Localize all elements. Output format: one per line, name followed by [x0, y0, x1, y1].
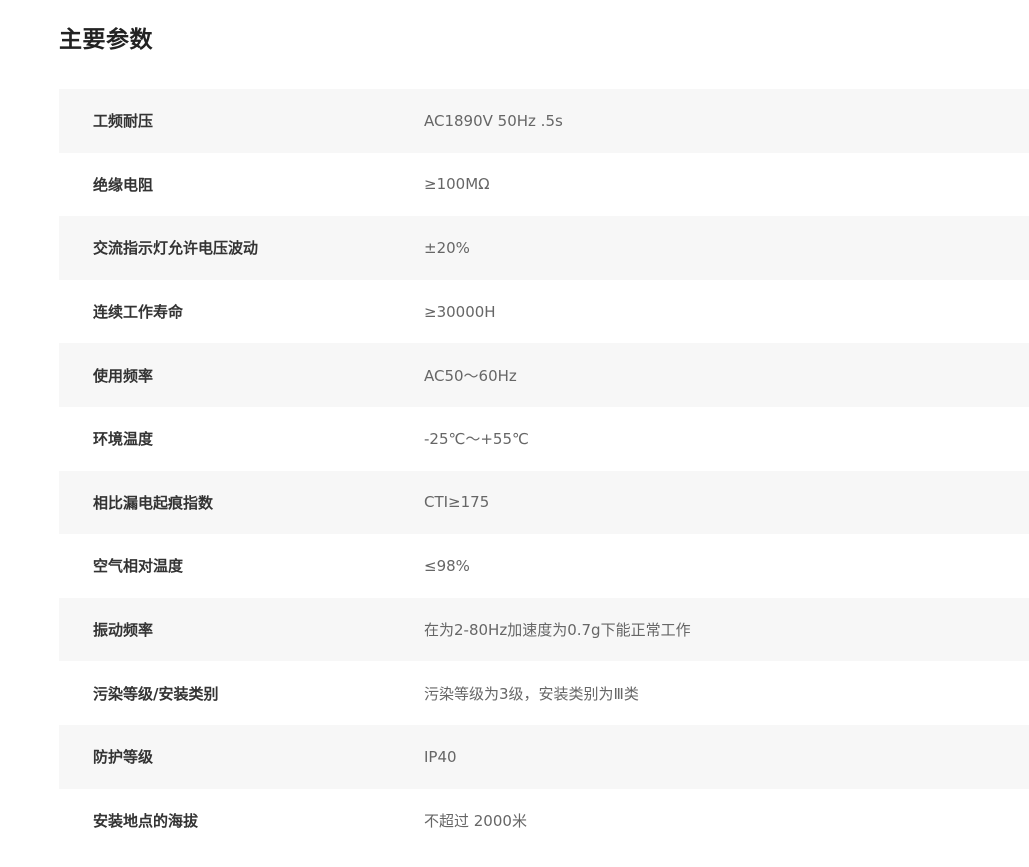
spec-row: 振动频率 在为2-80Hz加速度为0.7g下能正常工作 [59, 597, 1029, 662]
spec-label: 环境温度 [93, 430, 154, 449]
spec-row: 相比漏电起痕指数 CTI≥175 [59, 470, 1029, 535]
spec-label: 连续工作寿命 [93, 303, 184, 322]
spec-value: ±20% [424, 238, 470, 257]
spec-value: ≥100MΩ [424, 175, 490, 194]
spec-row: 安装地点的海拔 不超过 2000米 [59, 789, 1029, 853]
spec-value: 污染等级为3级，安装类别为Ⅲ类 [424, 684, 639, 703]
spec-row: 连续工作寿命 ≥30000H [59, 280, 1029, 344]
spec-value: 不超过 2000米 [424, 811, 527, 830]
spec-value: 在为2-80Hz加速度为0.7g下能正常工作 [424, 621, 691, 640]
spec-row: 交流指示灯允许电压波动 ±20% [59, 216, 1029, 280]
spec-label: 安装地点的海拔 [93, 811, 199, 830]
spec-label: 防护等级 [93, 748, 154, 767]
spec-label: 振动频率 [93, 621, 154, 640]
spec-label: 空气相对温度 [93, 557, 184, 576]
spec-value: -25℃～+55℃ [424, 430, 529, 449]
spec-row: 防护等级 IP40 [59, 724, 1029, 789]
spec-label: 使用频率 [93, 366, 154, 385]
spec-label: 工频耐压 [93, 112, 154, 131]
spec-row: 污染等级/安装类别 污染等级为3级，安装类别为Ⅲ类 [59, 661, 1029, 725]
spec-table: 工频耐压 AC1890V 50Hz .5s 绝缘电阻 ≥100MΩ 交流指示灯允… [59, 89, 1029, 852]
spec-label: 相比漏电起痕指数 [93, 493, 214, 512]
spec-label: 交流指示灯允许电压波动 [93, 239, 259, 258]
spec-value: AC1890V 50Hz .5s [424, 111, 563, 130]
spec-row: 工频耐压 AC1890V 50Hz .5s [59, 89, 1029, 153]
spec-value: CTI≥175 [424, 493, 490, 512]
spec-row: 使用频率 AC50～60Hz [59, 343, 1029, 407]
spec-row: 环境温度 -25℃～+55℃ [59, 407, 1029, 471]
spec-value: AC50～60Hz [424, 366, 517, 385]
spec-label: 绝缘电阻 [93, 175, 154, 194]
spec-value: IP40 [424, 747, 457, 766]
page-title: 主要参数 [59, 27, 153, 53]
spec-value: ≤98% [424, 556, 470, 575]
spec-row: 空气相对温度 ≤98% [59, 534, 1029, 598]
spec-row: 绝缘电阻 ≥100MΩ [59, 153, 1029, 217]
spec-value: ≥30000H [424, 302, 496, 321]
spec-label: 污染等级/安装类别 [93, 684, 219, 703]
